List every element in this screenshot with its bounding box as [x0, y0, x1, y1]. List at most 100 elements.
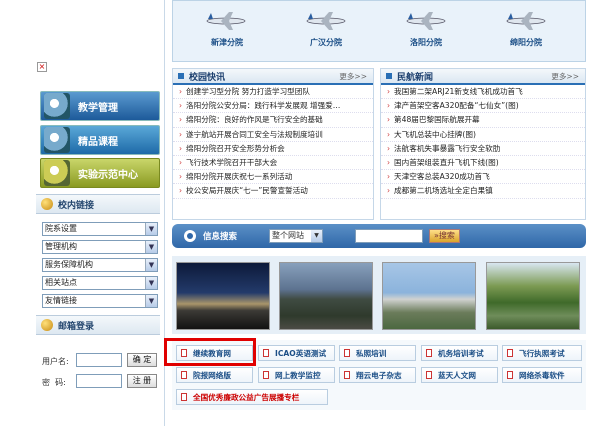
list-item[interactable]: 大飞机总装中心挂牌(图) — [381, 128, 585, 142]
bullet-icon — [178, 73, 184, 79]
college-newspaper-link[interactable]: 院报网络版 — [176, 367, 253, 383]
chevron-down-icon: ▼ — [311, 230, 323, 242]
document-icon — [344, 371, 350, 379]
list-item[interactable]: 洛阳分院公安分局：践行科学发展观 增强爱… — [173, 99, 373, 114]
icao-english-test-link[interactable]: ICAO英语测试 — [258, 345, 335, 361]
chevron-down-icon: ▼ — [145, 259, 157, 271]
civil-news-list: 我国第二架ARJ21新支线飞机成功首飞 津产首架空客A320配备“七仙女”(图)… — [381, 85, 585, 199]
password-input[interactable] — [76, 374, 122, 388]
info-icon — [184, 230, 196, 242]
campus-news-list: 创建学习型分院 努力打造学习型团队 洛阳分院公安分局：践行科学发展观 增强爱… … — [173, 85, 373, 199]
airplane-icon — [206, 12, 246, 30]
airplane-icon — [406, 12, 446, 30]
list-item[interactable]: 第48届巴黎国际航展开幕 — [381, 113, 585, 128]
register-button[interactable]: 注 册 — [127, 374, 157, 388]
campus-photo[interactable] — [382, 262, 476, 330]
branch-label[interactable]: 绵阳分院 — [496, 37, 556, 48]
search-title: 信息搜索 — [203, 232, 238, 242]
list-item[interactable]: 遂宁航站开展合同工安全与法规制度培训 — [173, 128, 373, 142]
username-input[interactable] — [76, 353, 122, 367]
campus-photo[interactable] — [486, 262, 580, 330]
list-item[interactable]: 我国第二架ARJ21新支线飞机成功首飞 — [381, 85, 585, 100]
chevron-down-icon: ▼ — [145, 223, 157, 235]
list-item[interactable]: 飞行技术学院召开干部大会 — [173, 156, 373, 171]
branch-xinjin[interactable] — [205, 10, 247, 35]
section-title: 邮箱登录 — [58, 321, 95, 332]
list-item[interactable]: 成都第二机场选址全定白果镇 — [381, 184, 585, 199]
related-sites-select[interactable]: 相关站点 ▼ — [42, 276, 158, 290]
campus-photo[interactable] — [279, 262, 373, 330]
document-icon — [426, 349, 432, 357]
campus-news-header: 校园快讯 更多>> — [173, 69, 373, 85]
confirm-button[interactable]: 确 定 — [127, 353, 157, 367]
list-item[interactable]: 校公安局开展庆“七一”民警宣誓活动 — [173, 184, 373, 199]
pilot-license-exam-link[interactable]: 飞行执照考试 — [502, 345, 582, 361]
teaching-monitor-link[interactable]: 网上教学监控 — [258, 367, 335, 383]
chevron-down-icon: ▼ — [145, 277, 157, 289]
document-icon — [344, 349, 350, 357]
mail-login-header: 邮箱登录 — [36, 315, 160, 335]
branch-label[interactable]: 新津分院 — [197, 37, 257, 48]
departments-select[interactable]: 院系设置 ▼ — [42, 222, 158, 236]
section-title: 校内链接 — [58, 200, 95, 211]
list-item[interactable]: 国内首架组装直升飞机下线(图) — [381, 156, 585, 171]
campus-photo[interactable] — [176, 262, 270, 330]
more-link[interactable]: 更多>> — [551, 71, 579, 82]
document-icon — [181, 393, 187, 401]
experiment-center-button[interactable]: 实验示范中心 — [40, 158, 160, 188]
button-label: 精品课程 — [78, 136, 118, 148]
list-item[interactable]: 绵阳分院：良好的作风是飞行安全的基础 — [173, 113, 373, 128]
campus-news-panel: 校园快讯 更多>> 创建学习型分院 努力打造学习型团队 洛阳分院公安分局：践行科… — [172, 68, 374, 220]
branch-luoyang[interactable] — [405, 10, 447, 35]
list-item[interactable]: 法航客机失事暴露飞行安全软肋 — [381, 142, 585, 156]
list-item[interactable]: 绵阳分院开展庆祝七一系列活动 — [173, 170, 373, 185]
anti-corruption-ads-link[interactable]: 全国优秀廉政公益广告展播专栏 — [176, 389, 328, 405]
lab-icon — [44, 160, 70, 186]
button-label: 实验示范中心 — [78, 169, 138, 181]
service-select[interactable]: 服务保障机构 ▼ — [42, 258, 158, 272]
chevron-down-icon: ▼ — [145, 241, 157, 253]
branch-label[interactable]: 洛阳分院 — [396, 37, 456, 48]
list-item[interactable]: 天津空客总装A320成功首飞 — [381, 170, 585, 185]
list-item[interactable]: 绵阳分院召开安全形势分析会 — [173, 142, 373, 156]
bullet-icon — [386, 73, 392, 79]
more-link[interactable]: 更多>> — [339, 71, 367, 82]
document-icon — [263, 371, 269, 379]
people-icon — [41, 198, 53, 210]
branch-guanghan[interactable] — [305, 10, 347, 35]
document-icon — [507, 349, 513, 357]
quality-courses-button[interactable]: 精品课程 — [40, 125, 160, 155]
document-icon — [181, 371, 187, 379]
chevron-down-icon: ▼ — [145, 295, 157, 307]
maintenance-exam-link[interactable]: 机务培训考试 — [421, 345, 498, 361]
search-input[interactable] — [355, 229, 424, 243]
search-button[interactable]: »搜索 — [429, 229, 460, 243]
private-license-training-link[interactable]: 私照培训 — [339, 345, 416, 361]
section-title: 校园快讯 — [189, 72, 226, 83]
branch-label[interactable]: 广汉分院 — [296, 37, 356, 48]
password-label: 密 码: — [42, 378, 66, 387]
airplane-icon — [506, 12, 546, 30]
friend-links-select[interactable]: 友情链接 ▼ — [42, 294, 158, 308]
people-icon — [41, 319, 53, 331]
button-label: 教学管理 — [78, 102, 118, 114]
document-icon — [263, 349, 269, 357]
search-scope-select[interactable]: 整个网站 ▼ — [269, 229, 324, 243]
list-item[interactable]: 津产首架空客A320配备“七仙女”(图) — [381, 99, 585, 114]
civil-news-header: 民航新闻 更多>> — [381, 69, 585, 85]
broken-image-icon: × — [37, 62, 47, 72]
humanities-site-link[interactable]: 蓝天人文网 — [421, 367, 498, 383]
airplane-icon — [306, 12, 346, 30]
username-label: 用户名: — [42, 357, 69, 366]
document-icon — [426, 371, 432, 379]
campus-links-header: 校内链接 — [36, 194, 160, 214]
e-magazine-link[interactable]: 翔云电子杂志 — [339, 367, 416, 383]
section-title: 民航新闻 — [397, 72, 434, 83]
document-icon — [507, 371, 513, 379]
teaching-management-button[interactable]: 教学管理 — [40, 91, 160, 121]
management-select[interactable]: 管理机构 ▼ — [42, 240, 158, 254]
civil-news-panel: 民航新闻 更多>> 我国第二架ARJ21新支线飞机成功首飞 津产首架空客A320… — [380, 68, 586, 220]
list-item[interactable]: 创建学习型分院 努力打造学习型团队 — [173, 85, 373, 100]
antivirus-software-link[interactable]: 网络杀毒软件 — [502, 367, 582, 383]
branch-mianyang[interactable] — [505, 10, 547, 35]
